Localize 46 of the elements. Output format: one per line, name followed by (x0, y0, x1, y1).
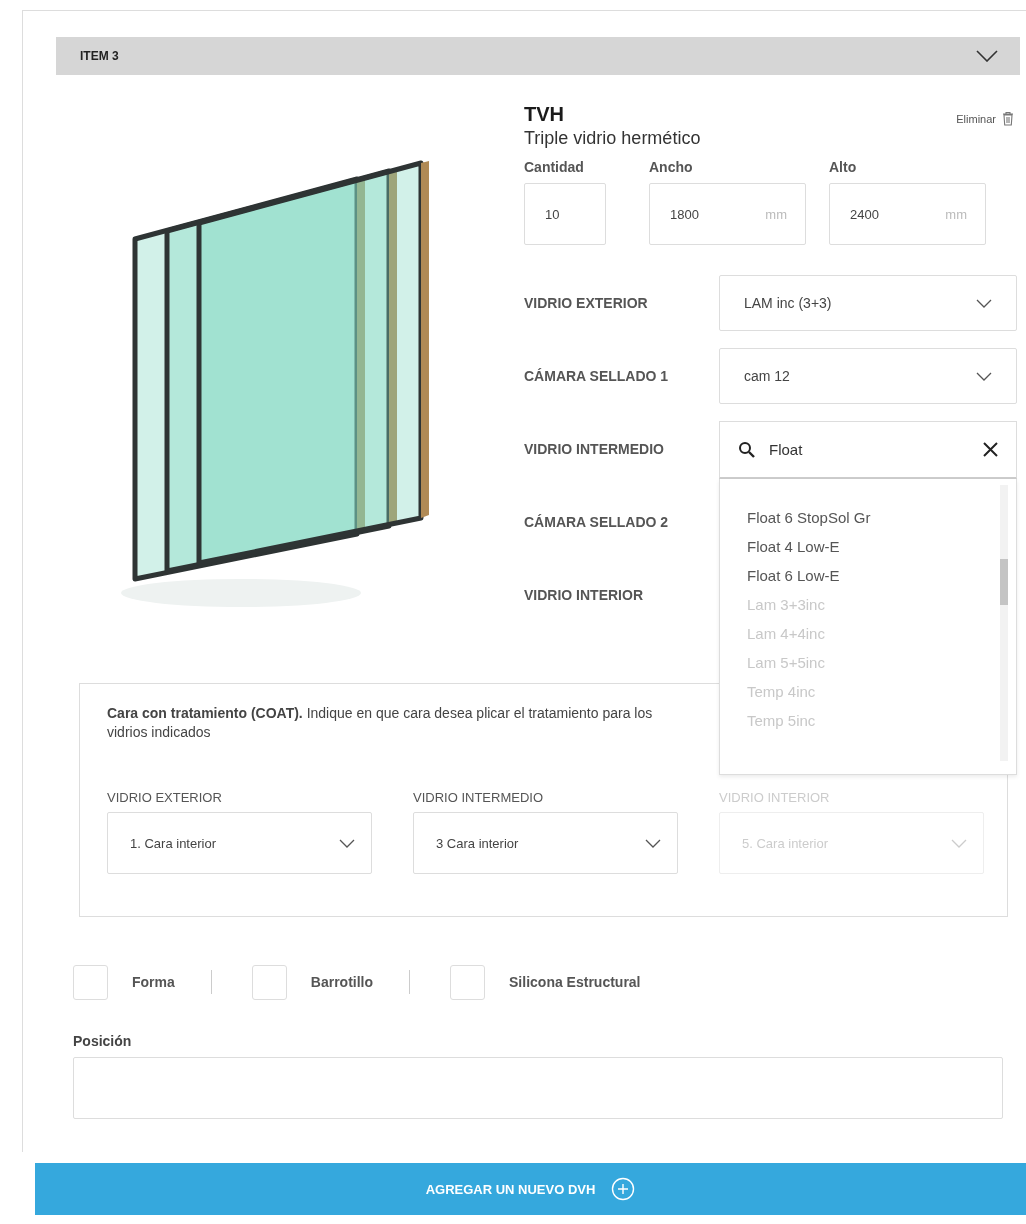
coat-label: VIDRIO EXTERIOR (107, 790, 223, 807)
dimension-label: Ancho (649, 159, 694, 177)
plus-circle-icon (611, 1177, 636, 1201)
product-name: Triple vidrio hermético (524, 128, 701, 149)
layer-label: CÁMARA SELLADO 1 (524, 368, 670, 384)
chevron-down-icon (645, 838, 661, 848)
checkbox[interactable] (251, 964, 287, 1000)
coat-description: Cara con tratamiento (COAT). Indique en que cara desea plicar el tratamiento para los vidrios indicados (107, 704, 654, 742)
dropdown-option[interactable]: Float 6 Low-E (747, 561, 1000, 590)
checkbox-label: Barrotillo (310, 974, 374, 990)
layer-select[interactable]: LAM inc (3+3) (719, 275, 1017, 331)
dimension-field[interactable]: 1800 mm (649, 183, 806, 245)
layer-select[interactable]: cam 12 (719, 348, 1017, 404)
checkbox-label: Forma (132, 974, 175, 990)
search-icon (738, 441, 755, 458)
trash-icon (1002, 111, 1014, 126)
chevron-down-icon (951, 838, 967, 848)
checkbox[interactable] (73, 964, 108, 1000)
close-icon[interactable] (983, 442, 998, 457)
layer-label: VIDRIO INTERIOR (524, 587, 644, 603)
dimension-label: Alto (829, 159, 858, 177)
delete-link[interactable]: Eliminar (956, 111, 1014, 126)
position-label: Posición (73, 1033, 133, 1049)
checkbox[interactable] (450, 964, 486, 1000)
dimension-field[interactable]: 2400 mm (829, 183, 986, 245)
checkbox-label: Silicona Estructural (509, 974, 641, 990)
chevron-down-icon (976, 371, 992, 381)
item-title: ITEM 3 (80, 49, 119, 63)
coat-select[interactable]: 1. Cara interior (107, 812, 372, 874)
dropdown-option[interactable]: Float 6 StopSol Gr (747, 503, 1000, 532)
scrollbar[interactable] (1000, 485, 1008, 761)
layer-label: VIDRIO INTERMEDIO (524, 441, 665, 457)
layer-label: VIDRIO EXTERIOR (524, 295, 649, 311)
dropdown-option[interactable]: Float 4 Low-E (747, 532, 1000, 561)
chevron-down-icon[interactable] (976, 50, 998, 62)
dimension-label: Cantidad (524, 159, 585, 177)
coat-select[interactable]: 3 Cara interior (413, 812, 678, 874)
chevron-down-icon (976, 298, 992, 308)
search-field[interactable]: Float (719, 421, 1017, 479)
chevron-down-icon (339, 838, 355, 848)
layer-label: CÁMARA SELLADO 2 (524, 514, 670, 530)
dimension-field[interactable]: 10 (524, 183, 606, 245)
position-field[interactable] (73, 1057, 1003, 1119)
coat-label: VIDRIO INTERMEDIO (413, 790, 544, 807)
product-code: TVH (524, 103, 565, 126)
item-header[interactable]: ITEM 3 (56, 37, 1020, 75)
